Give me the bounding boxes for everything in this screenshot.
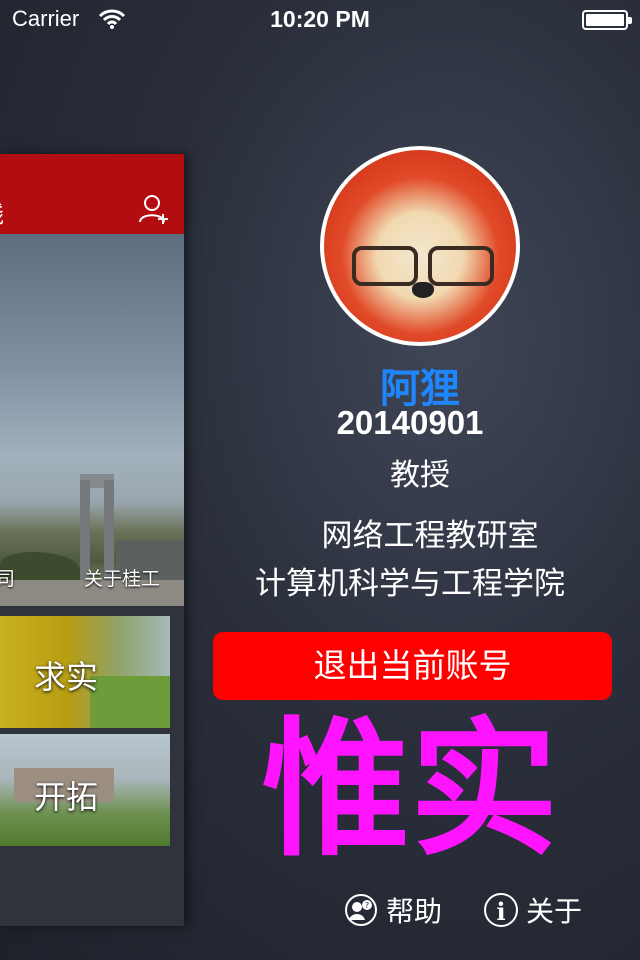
user-id: 20140901 <box>336 404 484 441</box>
nav-title: 线 <box>0 194 4 229</box>
clock: 10:20 PM <box>270 6 370 32</box>
help-icon: ? <box>345 894 377 926</box>
hero-caption: 关于桂工 <box>84 568 161 590</box>
add-user-icon[interactable] <box>138 192 172 226</box>
avatar-glasses-right <box>428 246 494 286</box>
about-button[interactable]: i 关于 <box>484 890 582 930</box>
nav-bar: 线 <box>0 154 184 234</box>
help-label: 帮助 <box>386 895 443 928</box>
battery-fill <box>586 14 624 26</box>
avatar[interactable] <box>320 146 520 346</box>
hero-caption-left: 司 <box>0 568 16 590</box>
help-button[interactable]: ? 帮助 <box>344 890 442 930</box>
main-panel[interactable]: 线 司 关于桂工 求实 开拓 <box>0 154 184 926</box>
avatar-glasses-left <box>352 246 418 286</box>
tile-label: 求实 <box>34 658 99 696</box>
tile-label: 开拓 <box>34 778 99 816</box>
logout-button[interactable]: 退出当前账号 <box>213 632 612 700</box>
tile-qiushi[interactable]: 求实 <box>0 616 170 728</box>
campus-hero-image[interactable] <box>0 234 184 606</box>
user-department: 网络工程教研室 <box>321 518 539 554</box>
info-glyph: i <box>496 897 506 926</box>
about-label: 关于 <box>526 895 583 928</box>
user-college: 计算机科学与工程学院 <box>255 566 565 602</box>
slogan-text: 惟实 <box>262 704 558 876</box>
status-bar: Carrier 10:20 PM <box>0 0 640 40</box>
grass-shape <box>90 676 170 728</box>
tile-kaituo[interactable]: 开拓 <box>0 734 170 846</box>
info-icon: i <box>484 893 518 927</box>
user-title: 教授 <box>390 458 450 493</box>
avatar-nose <box>412 282 434 298</box>
svg-text:?: ? <box>365 901 369 910</box>
battery-icon <box>582 10 632 30</box>
